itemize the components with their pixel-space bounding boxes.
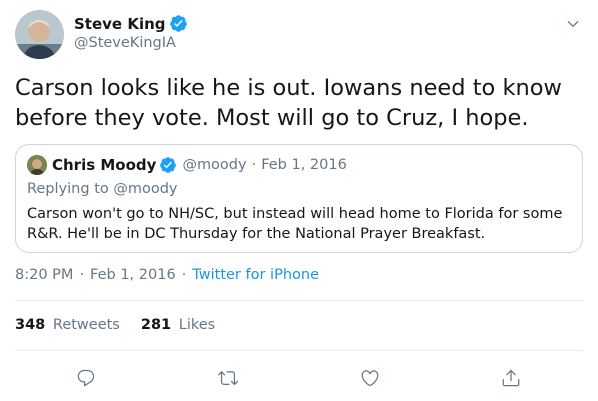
divider <box>15 350 583 351</box>
chevron-down-icon[interactable] <box>565 16 581 32</box>
quoted-date: Feb 1, 2016 <box>261 157 347 173</box>
retweet-button[interactable] <box>214 364 242 392</box>
quoted-author-name: Chris Moody <box>52 156 157 174</box>
tweet-time[interactable]: 8:20 PM <box>15 267 73 283</box>
quoted-tweet-text: Carson won't go to NH/SC, but instead wi… <box>27 206 563 242</box>
verified-badge-icon <box>169 15 187 32</box>
tweet-source-link[interactable]: Twitter for iPhone <box>192 267 319 283</box>
author-avatar[interactable] <box>15 10 64 59</box>
quoted-author-handle: @moody <box>182 157 247 173</box>
quoted-separator: · <box>251 157 257 173</box>
tweet-stats: 348 Retweets 281 Likes <box>15 317 236 333</box>
tweet-text: Carson looks like he is out. Iowans need… <box>15 75 562 131</box>
tweet-date[interactable]: Feb 1, 2016 <box>90 267 176 283</box>
likes-count: 281 <box>140 317 172 333</box>
tweet-meta: 8:20 PM · Feb 1, 2016 · Twitter for iPho… <box>15 267 319 283</box>
action-bar <box>0 364 598 392</box>
divider <box>15 300 583 301</box>
retweet-icon <box>218 371 238 386</box>
reply-button[interactable] <box>72 364 100 392</box>
meta-separator: · <box>181 267 187 283</box>
likes-stat[interactable]: 281 Likes <box>141 317 215 333</box>
meta-separator: · <box>79 267 85 283</box>
retweets-label: Retweets <box>52 317 120 333</box>
likes-label: Likes <box>178 317 216 333</box>
reply-icon <box>77 369 95 387</box>
author-handle[interactable]: @SteveKingIA <box>74 35 188 51</box>
quoted-avatar-image <box>27 155 47 175</box>
quoted-verified-badge-icon <box>160 157 177 173</box>
quoted-replying-to: Replying to @moody <box>27 181 178 197</box>
like-icon <box>361 370 379 387</box>
share-icon <box>502 369 520 387</box>
retweets-stat[interactable]: 348 Retweets <box>15 317 120 333</box>
tweet-header: Steve King @SteveKingIA <box>15 10 583 60</box>
like-button[interactable] <box>356 364 384 392</box>
quoted-tweet[interactable]: Chris Moody @moody · Feb 1, 2016 Replyin… <box>15 144 583 253</box>
quoted-author-avatar <box>27 155 47 175</box>
author-avatar-image <box>15 10 64 59</box>
retweets-count: 348 <box>15 317 46 333</box>
share-button[interactable] <box>497 364 525 392</box>
author-name[interactable]: Steve King <box>74 15 166 33</box>
